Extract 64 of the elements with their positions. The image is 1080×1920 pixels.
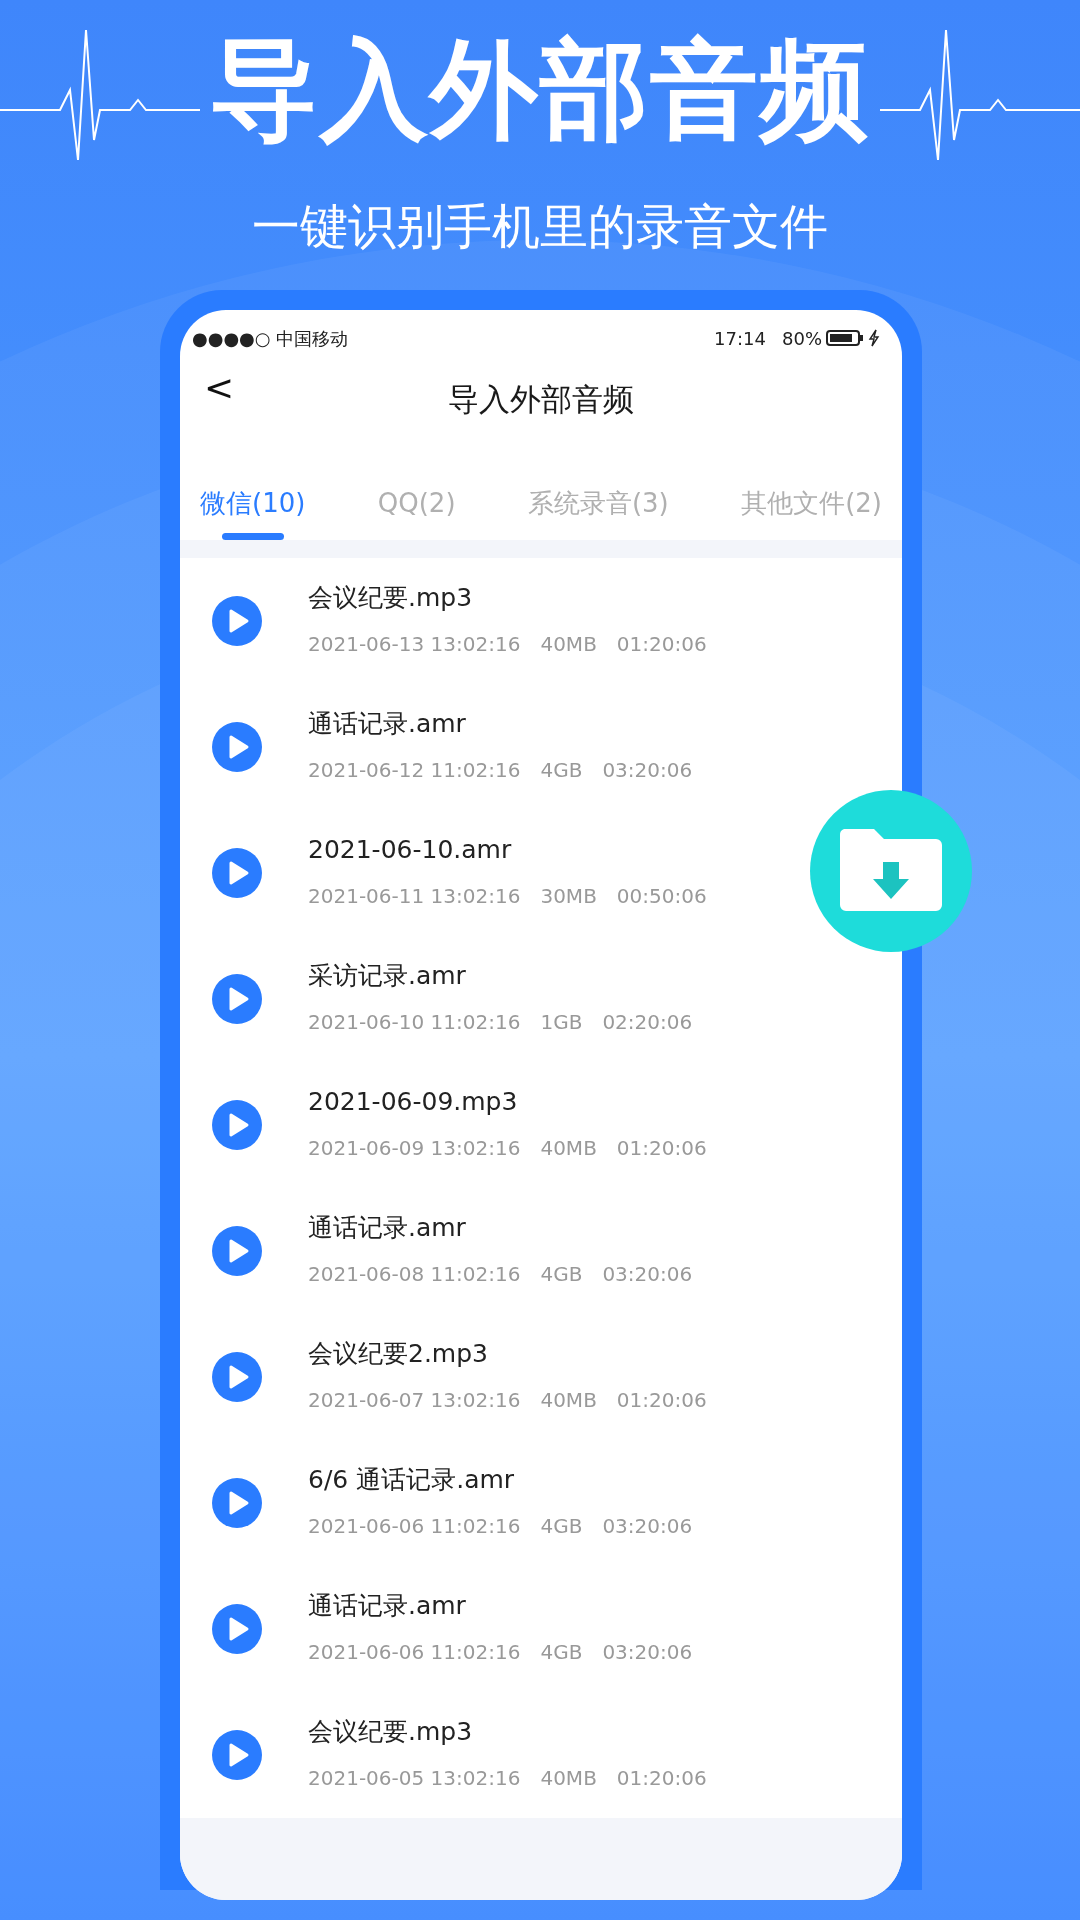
battery-level: 80% (782, 326, 822, 351)
file-name: 会议纪要2.mp3 (308, 1339, 489, 1369)
charging-icon (868, 329, 880, 347)
carrier-label: ●●●●○ 中国移动 (192, 326, 349, 351)
play-icon[interactable] (212, 1352, 262, 1402)
file-name: 采访记录.amr (308, 961, 467, 991)
tab[interactable]: 其他文件(2) (741, 484, 882, 540)
file-date: 2021-06-09 13:02:16 (308, 1135, 521, 1162)
page-title: 导入外部音频 (448, 379, 634, 419)
play-icon[interactable] (212, 1478, 262, 1528)
file-duration: 01:20:06 (616, 1387, 707, 1414)
file-name: 2021-06-09.mp3 (308, 1087, 519, 1117)
file-size: 4GB (540, 757, 583, 784)
file-date: 2021-06-05 13:02:16 (308, 1765, 521, 1792)
file-duration: 02:20:06 (602, 1009, 693, 1036)
play-icon[interactable] (212, 1100, 262, 1150)
play-icon[interactable] (212, 1604, 262, 1654)
file-size: 4GB (540, 1639, 583, 1666)
file-duration: 03:20:06 (602, 757, 693, 784)
file-duration: 01:20:06 (616, 631, 707, 658)
file-name: 2021-06-10.amr (308, 835, 513, 865)
file-duration: 01:20:06 (616, 1135, 707, 1162)
file-name: 会议纪要.mp3 (308, 583, 474, 613)
file-name: 通话记录.amr (308, 709, 467, 739)
file-size: 40MB (540, 1387, 597, 1414)
file-date: 2021-06-10 11:02:16 (308, 1009, 521, 1036)
play-icon[interactable] (212, 1226, 262, 1276)
play-icon[interactable] (212, 722, 262, 772)
file-name: 会议纪要.mp3 (308, 1717, 474, 1747)
file-date: 2021-06-11 13:02:16 (308, 883, 521, 910)
file-date: 2021-06-08 11:02:16 (308, 1261, 521, 1288)
file-date: 2021-06-12 11:02:16 (308, 757, 521, 784)
tab[interactable]: 微信(10) (200, 484, 306, 540)
file-duration: 03:20:06 (602, 1261, 693, 1288)
file-date: 2021-06-06 11:02:16 (308, 1639, 521, 1666)
file-size: 1GB (540, 1009, 583, 1036)
file-name: 6/6 通话记录.amr (308, 1465, 516, 1495)
file-size: 4GB (540, 1513, 583, 1540)
back-button[interactable]: < (204, 370, 235, 406)
file-size: 40MB (540, 1135, 597, 1162)
file-size: 40MB (540, 631, 597, 658)
play-icon[interactable] (212, 974, 262, 1024)
file-size: 4GB (540, 1261, 583, 1288)
tab[interactable]: QQ(2) (377, 484, 456, 540)
file-duration: 03:20:06 (602, 1639, 693, 1666)
file-name: 通话记录.amr (308, 1591, 467, 1621)
file-size: 30MB (540, 883, 597, 910)
tab-indicator (221, 533, 284, 540)
subheadline: 一键识别手机里的录音文件 (251, 202, 829, 250)
file-date: 2021-06-06 11:02:16 (308, 1513, 521, 1540)
folder-download-icon (838, 829, 944, 913)
file-duration: 03:20:06 (602, 1513, 693, 1540)
file-duration: 01:20:06 (616, 1765, 707, 1792)
play-icon[interactable] (212, 848, 262, 898)
file-date: 2021-06-07 13:02:16 (308, 1387, 521, 1414)
file-size: 40MB (540, 1765, 597, 1792)
battery-icon (826, 329, 864, 347)
file-date: 2021-06-13 13:02:16 (308, 631, 521, 658)
file-name: 通话记录.amr (308, 1213, 467, 1243)
file-duration: 00:50:06 (616, 883, 707, 910)
play-icon[interactable] (212, 596, 262, 646)
play-icon[interactable] (212, 1730, 262, 1780)
clock: 17:14 (714, 326, 766, 351)
tab[interactable]: 系统录音(3) (527, 484, 669, 540)
